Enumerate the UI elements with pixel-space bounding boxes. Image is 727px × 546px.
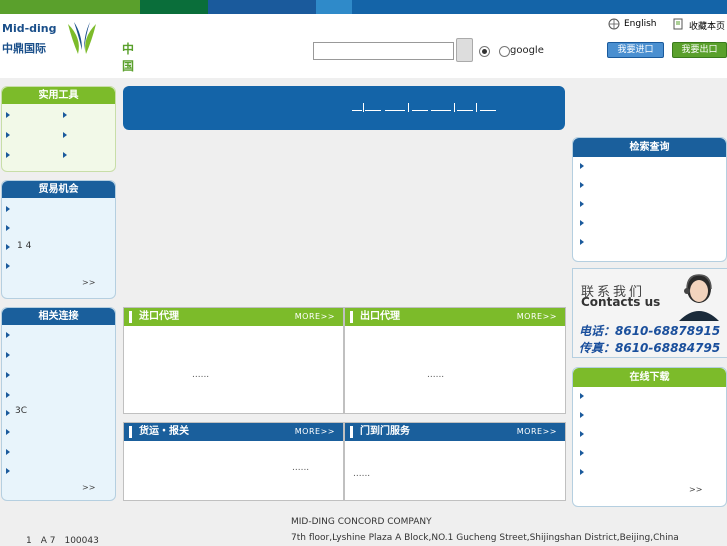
trade-panel-title: 贸易机会 [2, 181, 115, 198]
arrow-icon [6, 449, 10, 455]
trade-more-link[interactable]: >> [82, 278, 95, 287]
trade-panel: 贸易机会 1 4 >> [1, 180, 116, 299]
download-panel-title: 在线下载 [573, 368, 726, 387]
english-link[interactable]: English [624, 19, 657, 29]
door-box: 门到门服务 MORE>> ...... [344, 422, 566, 501]
top-color-bar [0, 0, 727, 14]
freight-more-button[interactable]: MORE>> [295, 423, 335, 441]
arrow-icon [580, 201, 584, 207]
arrow-icon [580, 469, 584, 475]
radio-google-label: google [510, 45, 544, 56]
contact-phone: 电话：8610-68878915 [579, 324, 721, 338]
arrow-icon [6, 263, 10, 269]
links-more-link[interactable]: >> [82, 483, 95, 492]
export-box-header: 出口代理 MORE>> [345, 308, 565, 326]
arrow-icon [6, 468, 10, 474]
globe-icon [608, 18, 620, 30]
arrow-icon [6, 332, 10, 338]
links-panel: 相关连接 3C >> [1, 307, 116, 501]
arrow-icon [6, 225, 10, 231]
nav-link-4[interactable] [412, 110, 428, 111]
arrow-icon [6, 112, 10, 118]
search-input[interactable] [313, 42, 454, 60]
search-button[interactable] [456, 38, 473, 62]
arrow-icon [580, 239, 584, 245]
contact-fax: 传真：8610-68884795 [579, 341, 721, 355]
arrow-icon [580, 220, 584, 226]
search-panel-title: 检索查询 [573, 138, 726, 157]
contact-title-en: Contacts us [581, 295, 661, 309]
footer-left-text: 1 A 7 100043 [26, 536, 99, 546]
door-box-title: 门到门服务 [360, 426, 410, 437]
radio-google[interactable] [499, 46, 510, 57]
import-content: ...... [192, 370, 210, 380]
arrow-icon [6, 392, 10, 398]
export-more-button[interactable]: MORE>> [517, 308, 557, 326]
import-box: 进口代理 MORE>> ...... [123, 307, 344, 414]
arrow-icon [580, 393, 584, 399]
door-content: ...... [353, 469, 371, 479]
export-box-title: 出口代理 [360, 311, 400, 322]
favorite-link[interactable]: 收藏本页 [689, 19, 725, 32]
freight-box-header: 货运・报关 MORE>> [124, 423, 343, 441]
arrow-icon [580, 412, 584, 418]
import-button[interactable]: 我要进口 [607, 42, 664, 58]
nav-link-3[interactable] [385, 110, 405, 111]
nav-link-1[interactable] [352, 110, 362, 111]
import-box-title: 进口代理 [139, 311, 179, 322]
links-item-5[interactable]: 3C [15, 406, 27, 416]
links-panel-title: 相关连接 [2, 308, 115, 325]
nav-link-7[interactable] [480, 110, 496, 111]
leaf-logo-icon [68, 22, 96, 54]
contact-panel[interactable]: 联系我们 Contacts us 电话：8610-68878915 传真：861… [572, 268, 727, 358]
logo-china: 中 国 [122, 42, 139, 73]
door-more-button[interactable]: MORE>> [517, 423, 557, 441]
arrow-icon [580, 182, 584, 188]
logo-english: Mid-ding [2, 22, 57, 35]
nav-link-5[interactable] [431, 110, 451, 111]
arrow-icon [6, 152, 10, 158]
search-panel: 检索查询 [572, 137, 727, 262]
support-agent-icon [679, 274, 719, 321]
arrow-icon [580, 450, 584, 456]
nav-link-6[interactable] [457, 110, 473, 111]
export-box: 出口代理 MORE>> ...... [344, 307, 566, 414]
freight-content: ...... [292, 463, 310, 473]
radio-site[interactable] [479, 46, 490, 57]
tools-panel-title: 实用工具 [2, 87, 115, 104]
export-button[interactable]: 我要出口 [672, 42, 727, 58]
arrow-icon [63, 152, 67, 158]
bookmark-icon [673, 18, 683, 30]
arrow-icon [6, 372, 10, 378]
arrow-icon [6, 206, 10, 212]
arrow-icon [6, 132, 10, 138]
arrow-icon [6, 244, 10, 250]
export-content: ...... [427, 370, 445, 380]
header: Mid-ding 中鼎国际 中 国 google English 收藏本页 我要… [0, 14, 727, 78]
footer-address: 7th floor,Lyshine Plaza A Block,NO.1 Guc… [291, 533, 679, 543]
nav-banner [123, 86, 565, 130]
trade-item-3[interactable]: 1 4 [17, 241, 31, 251]
freight-box-title: 货运・报关 [139, 426, 189, 437]
arrow-icon [63, 112, 67, 118]
arrow-icon [6, 429, 10, 435]
arrow-icon [63, 132, 67, 138]
logo-chinese: 中鼎国际 [2, 42, 46, 55]
tools-panel: 实用工具 [1, 86, 116, 172]
arrow-icon [580, 431, 584, 437]
logo[interactable]: Mid-ding 中鼎国际 中 国 [0, 14, 161, 73]
nav-link-2[interactable] [365, 110, 381, 111]
import-box-header: 进口代理 MORE>> [124, 308, 343, 326]
freight-box: 货运・报关 MORE>> ...... [123, 422, 344, 501]
import-more-button[interactable]: MORE>> [295, 308, 335, 326]
arrow-icon [6, 352, 10, 358]
door-box-header: 门到门服务 MORE>> [345, 423, 565, 441]
download-more-link[interactable]: >> [689, 485, 702, 494]
arrow-icon [6, 410, 10, 416]
arrow-icon [580, 163, 584, 169]
download-panel: 在线下载 >> [572, 367, 727, 507]
footer-company: MID-DING CONCORD COMPANY [291, 517, 432, 527]
